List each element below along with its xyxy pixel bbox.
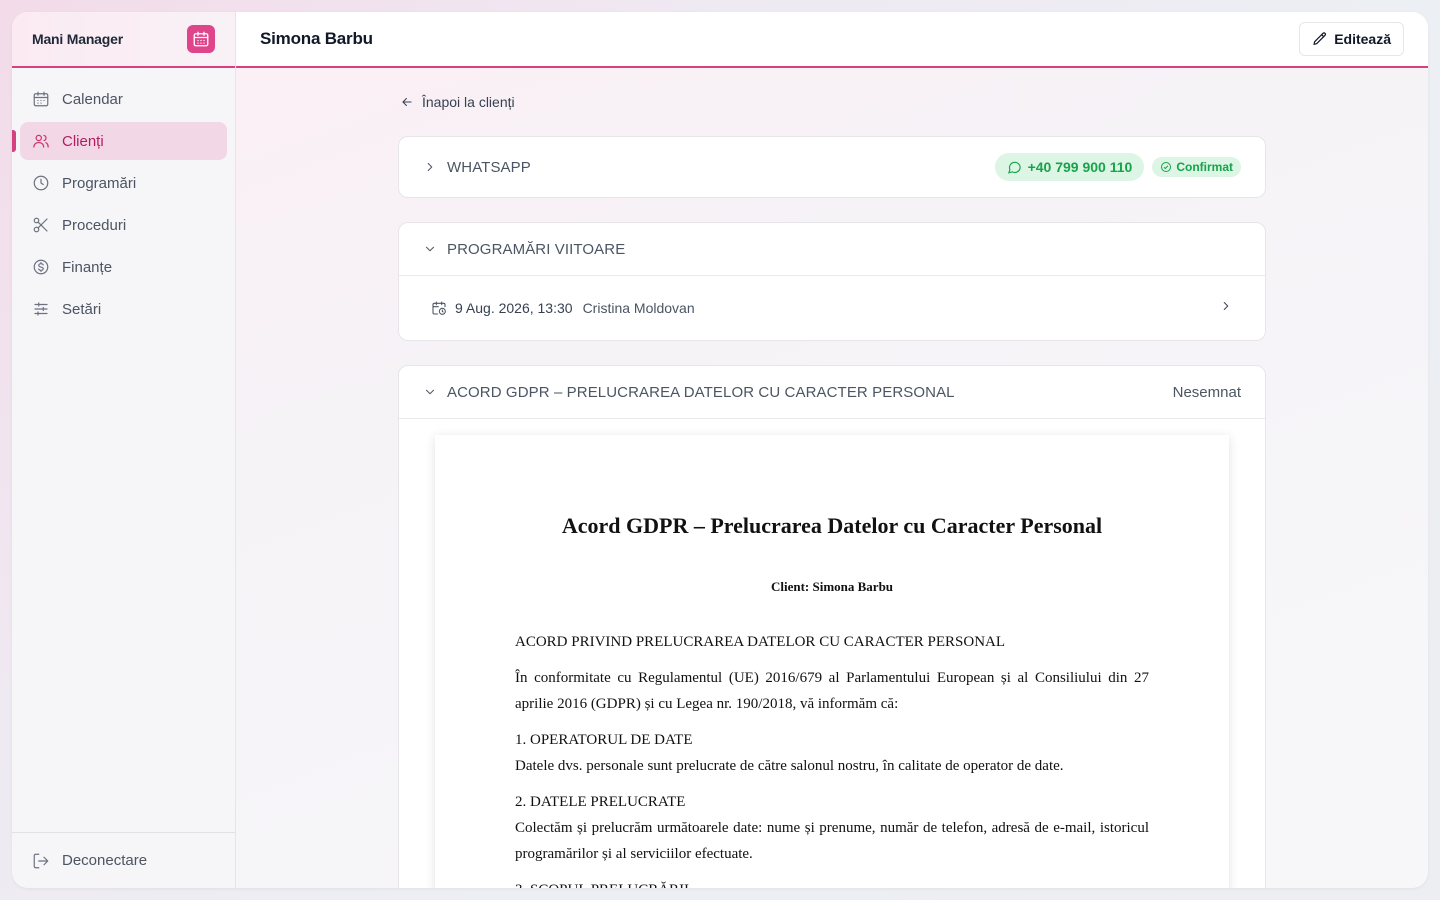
status-badge: Confirmat (1152, 157, 1241, 177)
logout-button[interactable]: Deconectare (12, 832, 235, 888)
sidebar-item-label: Proceduri (62, 216, 127, 234)
section-heading: 1. OPERATORUL DE DATE (515, 732, 693, 748)
appointment-row[interactable]: 9 Aug. 2026, 13:30 Cristina Moldovan (399, 276, 1265, 340)
calendar-clock-icon (432, 301, 446, 315)
message-circle-icon (1007, 161, 1021, 174)
section-body: Datele dvs. personale sunt prelucrate de… (515, 758, 1064, 774)
whatsapp-chips: +40 799 900 110 Confirmat (994, 153, 1241, 181)
document-heading: ACORD PRIVIND PRELUCRAREA DATELOR CU CAR… (515, 634, 1006, 650)
sidebar-item-label: Programări (62, 174, 137, 192)
appointment-staff: Cristina Moldovan (582, 300, 695, 316)
section-heading: 2. DATELE PRELUCRATE (515, 794, 686, 810)
gdpr-card-header[interactable]: ACORD GDPR – PRELUCRAREA DATELOR CU CARA… (399, 366, 1265, 418)
document-section: 1. OPERATORUL DE DATE Datele dvs. person… (515, 727, 1149, 779)
arrow-left-icon (402, 97, 412, 107)
chevron-down-icon (425, 246, 435, 252)
back-to-clients-link[interactable]: Înapoi la clienți (400, 92, 1428, 112)
clock-icon (33, 175, 49, 191)
sidebar-item-calendar[interactable]: Calendar (20, 80, 227, 118)
sidebar-item-label: Clienți (62, 132, 104, 150)
calendar-grid-icon[interactable] (187, 25, 215, 53)
document-title: Acord GDPR – Prelucrarea Datelor cu Cara… (561, 513, 1103, 538)
status-badge-label: Confirmat (1176, 160, 1233, 174)
sidebar-item-clienti[interactable]: Clienți (12, 122, 227, 160)
section-heading: 3. SCOPUL PRELUCRĂRII (515, 877, 1149, 888)
back-link-label: Înapoi la clienți (422, 94, 515, 110)
chevron-down-icon (425, 389, 435, 395)
whatsapp-card: WHATSAPP +40 799 900 110 Confirmat (398, 136, 1266, 198)
logout-label: Deconectare (62, 852, 148, 869)
document-viewer[interactable]: Acord GDPR – Prelucrarea Datelor cu Cara… (399, 419, 1265, 888)
document-section: 2. DATELE PRELUCRATE Colectăm și prelucr… (515, 789, 1149, 867)
sidebar-item-finante[interactable]: Finanțe (20, 248, 227, 286)
pencil-icon (1313, 32, 1327, 45)
chevron-right-icon (1219, 299, 1233, 318)
sidebar: Mani Manager Calendar Clienți Programări (12, 12, 236, 888)
gdpr-card: ACORD GDPR – PRELUCRAREA DATELOR CU CARA… (398, 365, 1266, 888)
users-icon (33, 134, 49, 148)
topbar: Simona Barbu Editează (236, 12, 1428, 68)
upcoming-card-header[interactable]: PROGRAMĂRI VIITOARE (399, 223, 1265, 275)
gdpr-title: ACORD GDPR – PRELUCRAREA DATELOR CU CARA… (447, 383, 955, 401)
appointment-datetime: 9 Aug. 2026, 13:30 (455, 300, 573, 316)
section-body: Colectăm și prelucrăm următoarele date: … (515, 820, 1149, 862)
sidebar-nav: Calendar Clienți Programări Proceduri Fi… (12, 68, 235, 340)
app-window: Mani Manager Calendar Clienți Programări (12, 12, 1428, 888)
document-client: Client: Simona Barbu (770, 579, 894, 594)
gdpr-document: Acord GDPR – Prelucrarea Datelor cu Cara… (435, 435, 1229, 888)
sidebar-item-setari[interactable]: Setări (20, 290, 227, 328)
logout-icon (33, 853, 49, 868)
calendar-icon (33, 91, 49, 107)
gdpr-status: Nesemnat (1172, 383, 1241, 401)
upcoming-appointments-card: PROGRAMĂRI VIITOARE 9 Aug. 2026, 13:30 C… (398, 222, 1266, 341)
brand-name: Mani Manager (32, 31, 123, 47)
sliders-icon (34, 302, 48, 316)
main-area: Simona Barbu Editează Înapoi la clienți … (236, 12, 1428, 888)
sidebar-item-programari[interactable]: Programări (20, 164, 227, 202)
page-title: Simona Barbu (260, 29, 373, 48)
document-section: 3. SCOPUL PRELUCRĂRII (515, 877, 1149, 888)
check-circle-icon (1161, 162, 1172, 172)
sidebar-item-label: Finanțe (62, 258, 113, 276)
edit-button-label: Editează (1334, 31, 1391, 47)
whatsapp-title: WHATSAPP (447, 158, 531, 176)
sidebar-item-label: Setări (62, 300, 102, 318)
whatsapp-card-header[interactable]: WHATSAPP +40 799 900 110 Confirmat (399, 137, 1265, 197)
edit-button[interactable]: Editează (1299, 22, 1404, 56)
document-intro: În conformitate cu Regulamentul (UE) 201… (515, 670, 1149, 712)
sidebar-item-proceduri[interactable]: Proceduri (20, 206, 227, 244)
whatsapp-phone-chip[interactable]: +40 799 900 110 (994, 153, 1145, 181)
sidebar-item-label: Calendar (62, 90, 123, 108)
upcoming-title: PROGRAMĂRI VIITOARE (447, 240, 626, 258)
dollar-circle-icon (33, 259, 49, 275)
client-detail: Înapoi la clienți WHATSAPP +40 799 900 1… (236, 68, 1428, 888)
scissors-icon (33, 217, 48, 233)
sidebar-header: Mani Manager (12, 12, 235, 68)
chevron-right-icon (427, 162, 433, 172)
phone-number: +40 799 900 110 (1027, 159, 1133, 175)
